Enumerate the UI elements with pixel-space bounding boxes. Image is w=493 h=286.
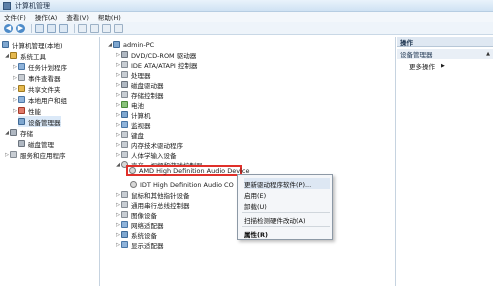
forward-button[interactable]: ▶ [16,23,25,33]
menu-update-driver[interactable]: 更新驱动程序软件(P)... [244,178,330,189]
menu-bar: 文件(F) 操作(A) 查看(V) 帮助(H) [0,12,493,22]
toolbar-separator [74,23,75,33]
disk-drive-icon [121,81,128,88]
tree-task-scheduler[interactable]: ▷ 任务计划程序 [12,61,67,72]
navigation-tree: 计算机管理(本地) ◢ 系统工具 ▷ 任务计划程序 ▷ 事件查看器 ▷ 共享文件… [0,37,100,286]
update-driver-button[interactable] [90,23,99,33]
usb-icon [121,201,128,208]
properties-button[interactable] [47,23,56,33]
mouse-icon [121,191,128,198]
menu-enable[interactable]: 启用(E) [244,189,330,200]
scan-hardware-button[interactable] [78,23,87,33]
computer-management-icon [3,1,11,10]
tree-storage[interactable]: ◢ 存储 [4,127,33,138]
toolbar: ◀ ▶ [0,22,493,35]
ide-controller-icon [121,61,128,68]
camera-icon [121,211,128,218]
title-bar: 计算机管理 [0,0,493,12]
context-menu: 更新驱动程序软件(P)... 启用(E) 卸载(U) 扫描检测硬件改动(A) 属… [237,174,333,240]
display-adapter-icon [121,241,128,248]
show-hide-tree-button[interactable] [35,23,44,33]
users-icon [18,96,25,103]
window-title: 计算机管理 [15,1,50,10]
chevron-right-icon: ▶ [441,63,445,69]
toolbox-icon [10,52,17,59]
dvd-drive-icon [121,51,128,58]
speaker-icon [129,167,136,174]
uninstall-button[interactable] [102,23,111,33]
menu-help[interactable]: 帮助(H) [98,12,121,22]
event-viewer-icon [18,74,25,81]
tree-system-tools[interactable]: ◢ 系统工具 [4,50,46,61]
storage-controller-icon [121,91,128,98]
tree-services-apps[interactable]: ▷ 服务和应用程序 [4,149,66,160]
memory-icon [121,141,128,148]
tree-local-users[interactable]: ▷ 本地用户和组 [12,94,67,105]
device-category[interactable]: ▷ 显示适配器 [115,239,164,250]
help-button[interactable] [59,23,68,33]
menu-file[interactable]: 文件(F) [4,12,26,22]
actions-section[interactable]: 设备管理器 ▲ [397,49,493,59]
device-manager-icon [18,118,25,125]
tree-device-manager[interactable]: 设备管理器 [18,116,61,127]
tree-shared-folders[interactable]: ▷ 共享文件夹 [12,83,61,94]
more-actions-label: 更多操作 [409,63,435,71]
folder-icon [18,85,25,92]
services-icon [10,151,17,158]
network-adapter-icon [121,221,128,228]
processor-icon [121,71,128,78]
hid-icon [121,151,128,158]
menu-action[interactable]: 操作(A) [35,12,58,22]
menu-separator [242,212,330,213]
back-button[interactable]: ◀ [4,23,13,33]
device-tree: ◢ admin-PC ▷ DVD/CD-ROM 驱动器 ▷ IDE ATA/AT… [103,37,396,286]
disable-button[interactable] [114,23,123,33]
more-actions[interactable]: 更多操作 ▶ [409,61,445,71]
collapse-icon: ▲ [486,51,490,57]
actions-section-label: 设备管理器 [400,51,433,59]
menu-uninstall[interactable]: 卸载(U) [244,200,330,211]
toolbar-separator [31,23,32,33]
computer-icon [121,111,128,118]
device-amd-audio[interactable]: AMD High Definition Audio Device [129,166,249,175]
speaker-icon [130,181,137,188]
menu-view[interactable]: 查看(V) [66,12,89,22]
performance-icon [18,107,25,114]
clock-icon [18,63,25,70]
tree-disk-management[interactable]: 磁盘管理 [18,138,54,149]
actions-header: 操作 [397,37,493,47]
menu-properties[interactable]: 属性(R) [244,228,330,239]
storage-icon [10,129,17,136]
computer-icon [2,41,9,48]
tree-root[interactable]: 计算机管理(本地) [2,39,63,50]
tree-performance[interactable]: ▷ 性能 [12,105,41,116]
system-devices-icon [121,231,128,238]
monitor-icon [121,121,128,128]
menu-separator [242,226,330,227]
actions-pane: 操作 设备管理器 ▲ 更多操作 ▶ [397,37,493,286]
tree-event-viewer[interactable]: ▷ 事件查看器 [12,72,61,83]
menu-scan-hardware[interactable]: 扫描检测硬件改动(A) [244,214,330,225]
battery-icon [121,101,128,108]
disk-icon [18,140,25,147]
computer-icon [113,41,120,48]
keyboard-icon [121,131,128,138]
